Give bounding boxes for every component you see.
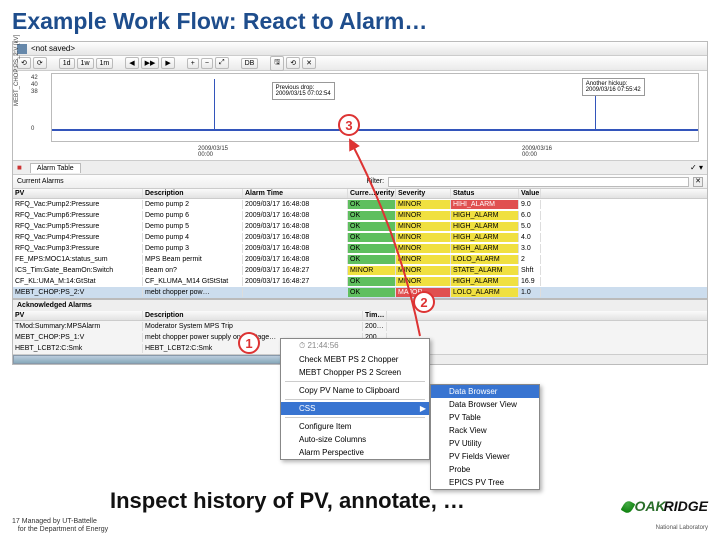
tool-back[interactable]: ◀ [125,57,138,69]
menu-item[interactable]: CSS▶ [281,402,429,415]
tool-1m[interactable]: 1m [96,58,114,69]
col-pv[interactable]: PV [13,189,143,198]
marker-3: 3 [338,114,360,136]
window-title: <not saved> [31,44,75,53]
menu-item[interactable]: Auto-size Columns [281,433,429,446]
col-stat[interactable]: Status [451,189,519,198]
series-line [52,129,698,131]
current-alarms-label: Current Alarms [17,178,64,185]
tool-redo[interactable]: ⟳ [33,57,47,69]
menu-item[interactable]: EPICS PV Tree [431,476,539,489]
y-axis-label: MEBT_CHOP:PS_2:V [kV] [14,35,20,106]
tool-db[interactable]: DB [241,58,259,69]
tool-close[interactable]: ✕ [302,57,316,69]
col-val[interactable]: Value [519,189,541,198]
col-time[interactable]: Alarm Time [243,189,348,198]
tool-save[interactable]: 🖫 [270,56,284,71]
marker-1: 1 [238,332,260,354]
menu-item[interactable]: Check MEBT PS 2 Chopper [281,353,429,366]
tool-fit[interactable]: ⤢ [215,57,229,69]
menu-item[interactable]: Alarm Perspective [281,446,429,459]
menu-item[interactable]: Data Browser [431,385,539,398]
ornl-logo: OAKRIDGE National Laboratory [623,498,708,534]
menu-item[interactable]: Probe [431,463,539,476]
tool-ff[interactable]: ▶▶ [141,57,160,69]
context-submenu-css[interactable]: Data BrowserData Browser ViewPV TableRac… [430,384,540,490]
arrow-2-to-3 [340,136,440,346]
annotation-next: Another hickup: 2009/03/16 07:55:42 [582,78,645,96]
tool-fwd[interactable]: ▶ [161,57,174,69]
annotation-prev: Previous drop: 2009/03/15 07:02:54 [272,82,335,100]
plot-area[interactable]: Previous drop: 2009/03/15 07:02:54 Anoth… [51,73,699,142]
menu-item[interactable]: PV Table [431,411,539,424]
tab-alarm-table[interactable]: Alarm Table [30,163,81,173]
leaf-icon [620,499,635,514]
menu-item[interactable]: MEBT Chopper PS 2 Screen [281,366,429,379]
menu-item[interactable]: PV Utility [431,437,539,450]
menu-item[interactable]: Copy PV Name to Clipboard [281,384,429,397]
slide-title: Example Work Flow: React to Alarm… [0,0,720,39]
ack-col-pv[interactable]: PV [13,311,143,320]
ack-col-desc[interactable]: Description [143,311,363,320]
tool-zoom-out[interactable]: − [201,58,213,69]
menu-item[interactable]: Rack View [431,424,539,437]
data-spike [214,79,215,131]
filter-clear[interactable]: ✕ [693,177,703,187]
tool-refresh[interactable]: ⟲ [286,57,300,69]
slide-footer: 17 Managed by UT-Battelle for the Depart… [12,518,108,534]
tool-zoom-in[interactable]: + [187,58,199,69]
menu-item[interactable]: Configure Item [281,420,429,433]
y-axis-ticks: 424038 0 [31,75,38,133]
menu-item[interactable]: Data Browser View [431,398,539,411]
menu-item[interactable]: PV Fields Viewer [431,450,539,463]
col-desc[interactable]: Description [143,189,243,198]
context-menu[interactable]: ⏱ 21:44:56Check MEBT PS 2 ChopperMEBT Ch… [280,338,430,460]
toolbar: ⟲ ⟳ 1d 1w 1m ◀ ▶▶ ▶ + − ⤢ DB 🖫 ⟲ ✕ [13,56,707,71]
tool-1w[interactable]: 1w [77,58,94,69]
marker-2: 2 [413,291,435,313]
slide-subtitle: Inspect history of PV, annotate, … [110,488,465,514]
window-titlebar[interactable]: <not saved> [13,42,707,56]
tool-1d[interactable]: 1d [59,58,75,69]
